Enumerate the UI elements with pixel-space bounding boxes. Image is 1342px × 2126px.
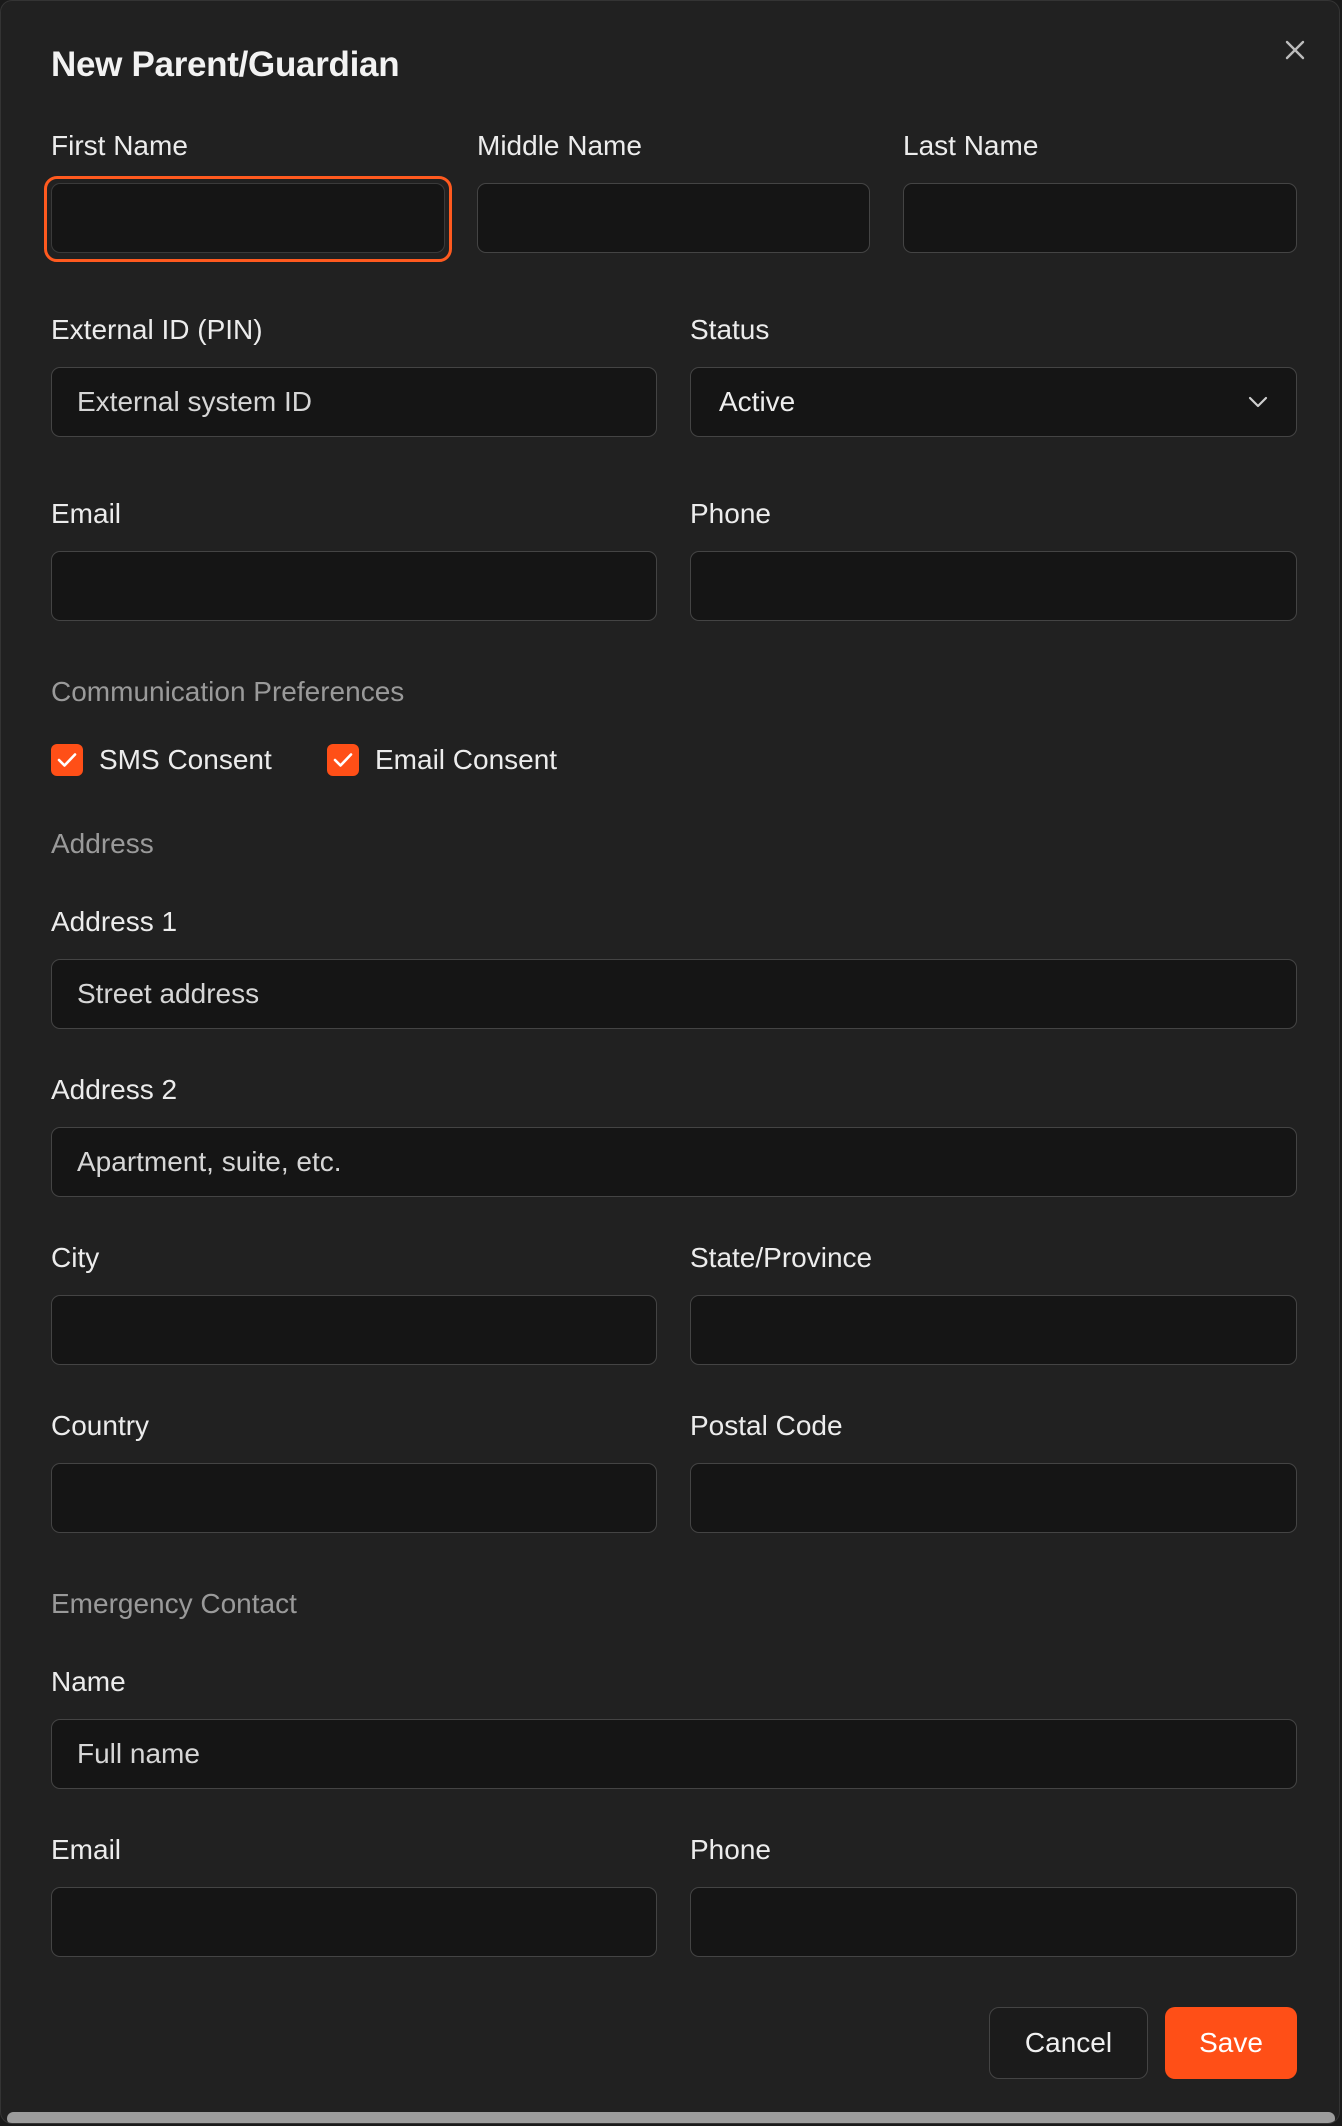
emergency-phone-input[interactable] — [690, 1887, 1297, 1957]
new-parent-dialog: New Parent/Guardian First Name Middle Na… — [0, 0, 1340, 2124]
emergency-contact-heading: Emergency Contact — [51, 1588, 297, 1619]
chevron-down-icon — [1248, 396, 1268, 408]
emergency-name-input[interactable] — [51, 1719, 1297, 1789]
status-select[interactable]: Active — [690, 367, 1297, 437]
email-consent-checkbox[interactable] — [327, 744, 359, 776]
cancel-button[interactable]: Cancel — [989, 2007, 1148, 2079]
phone-label: Phone — [690, 498, 771, 529]
save-button[interactable]: Save — [1165, 2007, 1297, 2079]
middle-name-label: Middle Name — [477, 130, 642, 161]
country-label: Country — [51, 1410, 150, 1441]
checkmark-icon — [57, 753, 77, 767]
address-heading: Address — [51, 828, 154, 859]
middle-name-input[interactable] — [477, 183, 870, 253]
close-button[interactable] — [1277, 32, 1313, 68]
address1-label: Address 1 — [51, 906, 178, 937]
address1-input[interactable] — [51, 959, 1297, 1029]
status-label: Status — [690, 314, 770, 345]
external-id-input[interactable] — [51, 367, 657, 437]
postal-code-label: Postal Code — [690, 1410, 843, 1441]
communication-preferences-heading: Communication Preferences — [51, 676, 405, 707]
close-icon — [1285, 40, 1305, 60]
emergency-name-label: Name — [51, 1666, 126, 1697]
address2-label: Address 2 — [51, 1074, 178, 1105]
email-input[interactable] — [51, 551, 657, 621]
sms-consent-checkbox[interactable] — [51, 744, 83, 776]
country-input[interactable] — [51, 1463, 657, 1533]
emergency-email-label: Email — [51, 1834, 122, 1865]
city-input[interactable] — [51, 1295, 657, 1365]
address2-input[interactable] — [51, 1127, 1297, 1197]
state-input[interactable] — [690, 1295, 1297, 1365]
first-name-input[interactable] — [51, 183, 445, 253]
email-consent-label[interactable]: Email Consent — [375, 746, 557, 774]
status-selected-value: Active — [719, 386, 796, 417]
last-name-label: Last Name — [903, 130, 1039, 161]
last-name-input[interactable] — [903, 183, 1297, 253]
emergency-phone-label: Phone — [690, 1834, 771, 1865]
checkmark-icon — [333, 753, 353, 767]
email-label: Email — [51, 498, 122, 529]
dialog-title: New Parent/Guardian — [51, 45, 400, 84]
postal-code-input[interactable] — [690, 1463, 1297, 1533]
sms-consent-label[interactable]: SMS Consent — [99, 746, 272, 774]
phone-input[interactable] — [690, 551, 1297, 621]
city-label: City — [51, 1242, 100, 1273]
state-label: State/Province — [690, 1242, 873, 1273]
horizontal-scrollbar[interactable] — [7, 2112, 1335, 2123]
external-id-label: External ID (PIN) — [51, 314, 263, 345]
first-name-label: First Name — [51, 130, 188, 161]
emergency-email-input[interactable] — [51, 1887, 657, 1957]
